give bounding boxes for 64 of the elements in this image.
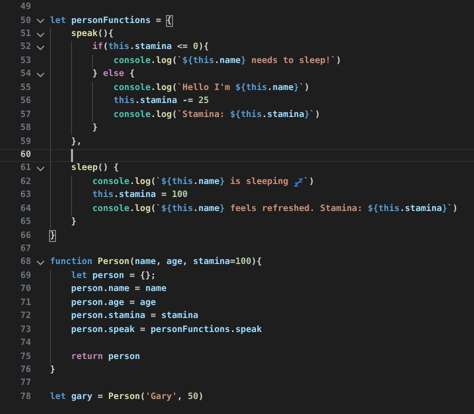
code-line: `) <box>304 176 314 189</box>
code-line: console.log(`${this.name} needs to sleep!`) <box>112 54 342 68</box>
line-number: 63 <box>19 189 31 202</box>
code-line: speak(){ <box>70 28 114 41</box>
code-line: if(this.stamina <= 0){ <box>91 41 209 54</box>
line-number: 60 <box>19 148 31 162</box>
code-line: console.log(`Hello I'm ${this.name}`) <box>112 82 310 95</box>
line-number: 49 <box>19 1 31 14</box>
chevron-down-icon[interactable] <box>36 32 45 38</box>
chevron-down-icon[interactable] <box>36 166 45 172</box>
line-number: 72 <box>19 310 31 324</box>
code-line: this.stamina = 100 <box>91 189 188 202</box>
code-line: person.speak = personFunctions.speak <box>70 324 262 337</box>
line-number: 52 <box>19 41 31 54</box>
line-number: 62 <box>19 176 31 189</box>
line-number: 71 <box>19 296 31 310</box>
line-number: 69 <box>19 270 31 283</box>
chevron-down-icon[interactable] <box>36 260 45 266</box>
line-number: 58 <box>19 122 31 136</box>
code-line: let gary = Person('Gary', 50) <box>50 390 204 404</box>
line-number: 51 <box>19 28 31 41</box>
line-number: 74 <box>19 337 31 350</box>
code-line: }, <box>70 136 82 148</box>
code-line: console.log(`Stamina: ${this.stamina}`) <box>112 108 320 122</box>
line-number: 65 <box>19 216 31 230</box>
sleep-icon <box>294 178 304 187</box>
line-number: 50 <box>19 14 31 28</box>
line-number: 68 <box>19 256 31 270</box>
code-line: let personFunctions = { <box>50 14 172 28</box>
chevron-down-icon[interactable] <box>36 72 45 78</box>
code-line: person.name = name <box>70 283 167 296</box>
code-line: person.stamina = stamina <box>70 310 198 324</box>
line-number: 64 <box>19 202 31 216</box>
code-line: console.log(`${this.name} is sleeping <box>91 176 290 189</box>
line-number: 75 <box>19 350 31 364</box>
line-number: 66 <box>19 230 31 243</box>
line-number: 70 <box>19 283 31 296</box>
code-line: } else { <box>91 68 135 82</box>
text-cursor <box>71 149 73 162</box>
line-number: 53 <box>19 54 31 68</box>
code-line: let person = {}; <box>70 270 156 283</box>
code-line: } <box>50 364 56 377</box>
code-line: console.log(`${this.name} feels refreshed. Stamina: ${this.stamina}`) <box>91 202 458 216</box>
code-line: person.age = age <box>70 296 156 310</box>
line-number: 57 <box>19 108 31 122</box>
code-line: return person <box>70 350 140 364</box>
line-number: 76 <box>19 364 31 377</box>
code-line: } <box>50 230 56 243</box>
code-line: this.stamina -= 25 <box>112 95 209 108</box>
line-number: 54 <box>19 68 31 82</box>
line-number: 55 <box>19 82 31 95</box>
line-number: 73 <box>19 324 31 337</box>
line-number: 67 <box>19 243 31 256</box>
code-line: sleep() { <box>70 162 119 176</box>
line-number: 61 <box>19 162 31 176</box>
code-line: function Person(name, age, stamina=100){ <box>50 256 262 270</box>
code-line: } <box>70 216 76 230</box>
line-number: 56 <box>19 95 31 108</box>
line-number: 59 <box>19 136 31 148</box>
chevron-down-icon[interactable] <box>36 18 45 24</box>
line-number: 77 <box>19 377 31 390</box>
chevron-down-icon[interactable] <box>36 45 45 52</box>
line-number: 78 <box>19 390 31 404</box>
code-line: } <box>91 122 98 136</box>
